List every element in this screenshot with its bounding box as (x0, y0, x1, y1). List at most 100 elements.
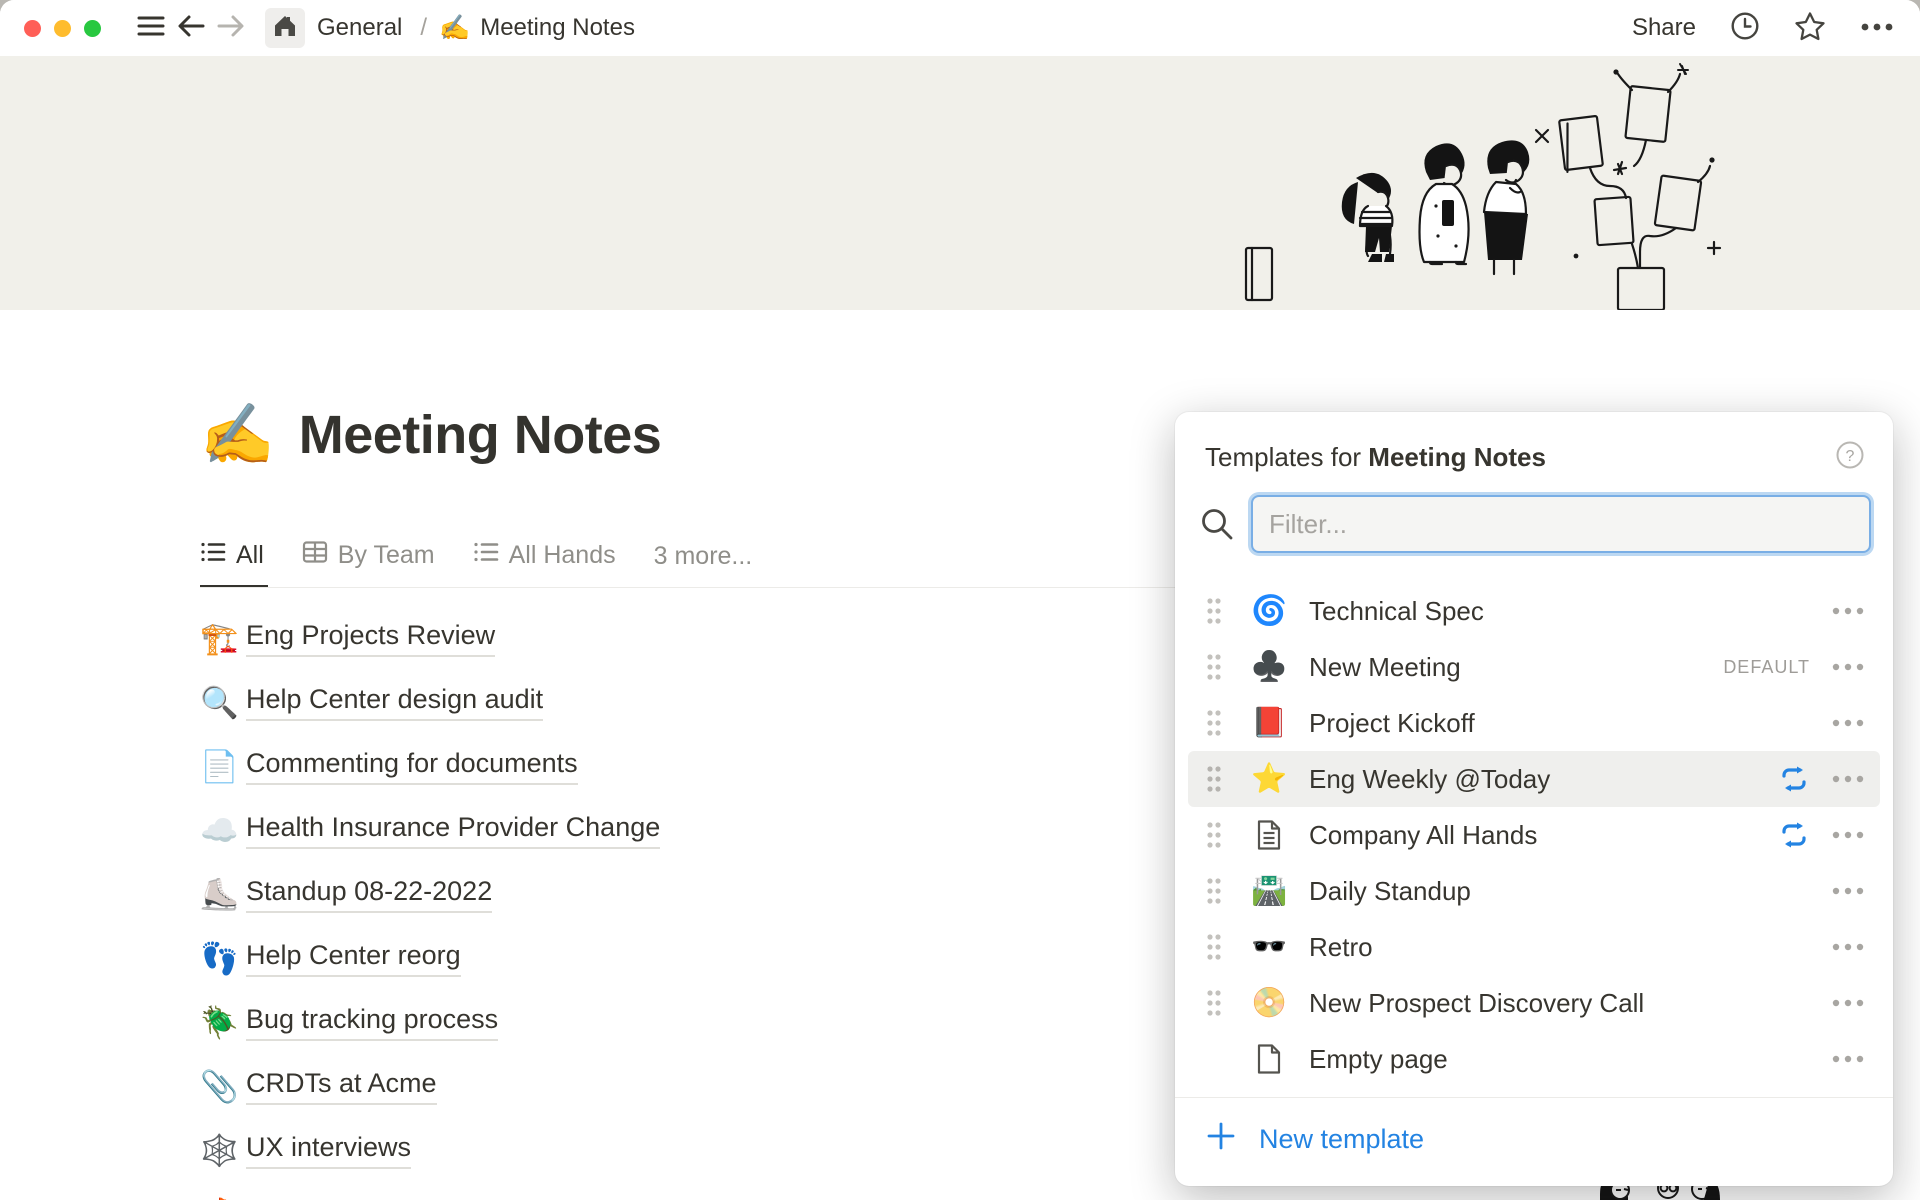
svg-text:?: ? (1846, 448, 1855, 465)
clock-icon[interactable] (1730, 11, 1760, 46)
page-item-emoji: 🪲 (200, 1007, 246, 1038)
star-icon[interactable] (1794, 11, 1826, 46)
template-row[interactable]: 🕶️ Retro (1188, 919, 1880, 975)
row-ellipsis-icon[interactable] (1832, 607, 1864, 615)
page-item-emoji: 🕸️ (200, 1135, 246, 1166)
page-item-title[interactable]: CRDTs at Acme (246, 1068, 437, 1105)
drag-handle-icon[interactable] (1205, 932, 1227, 962)
row-ellipsis-icon[interactable] (1832, 943, 1864, 951)
plus-icon (1205, 1120, 1237, 1159)
list-item[interactable]: 🕸️UX interviews (200, 1118, 1160, 1182)
list-item[interactable]: 📎CRDTs at Acme (200, 1054, 1160, 1118)
hamburger-icon (137, 14, 165, 43)
popup-header: Templates for Meeting Notes ? (1175, 412, 1893, 481)
list-item[interactable]: 🔍Help Center design audit (200, 670, 1160, 734)
list-item[interactable]: ⛸️Standup 08-22-2022 (200, 862, 1160, 926)
share-button[interactable]: Share (1632, 14, 1696, 42)
drag-handle-icon[interactable] (1205, 764, 1227, 794)
list-item[interactable]: 📄Commenting for documents (200, 734, 1160, 798)
row-ellipsis-icon[interactable] (1832, 1055, 1864, 1063)
template-row[interactable]: ♣️ New Meeting DEFAULT (1188, 639, 1880, 695)
bulleted-list-icon (473, 540, 499, 571)
tab-label: By Team (338, 541, 435, 570)
drag-handle-icon[interactable] (1205, 708, 1227, 738)
drag-handle-icon[interactable] (1205, 876, 1227, 906)
breadcrumb: General / ✍️ Meeting Notes (311, 12, 635, 44)
tab-by-team[interactable]: By Team (302, 540, 439, 588)
tab-all-hands[interactable]: All Hands (473, 540, 620, 588)
new-template-button[interactable]: New template (1175, 1098, 1893, 1181)
row-ellipsis-icon[interactable] (1832, 663, 1864, 671)
page-item-title[interactable]: Q1 Bug Bash (246, 1196, 407, 1200)
template-row[interactable]: 📀 New Prospect Discovery Call (1188, 975, 1880, 1031)
page-item-title[interactable]: Health Insurance Provider Change (246, 812, 660, 849)
list-item[interactable]: ☁️Health Insurance Provider Change (200, 798, 1160, 862)
row-ellipsis-icon[interactable] (1832, 719, 1864, 727)
template-label: Project Kickoff (1309, 708, 1832, 739)
document-lines-icon (1251, 819, 1287, 851)
page-item-title[interactable]: Standup 08-22-2022 (246, 876, 492, 913)
home-button[interactable] (265, 8, 305, 48)
popup-title-prefix: Templates for (1205, 442, 1368, 472)
page-cover (0, 56, 1920, 310)
forward-arrow-icon (216, 12, 246, 45)
drag-handle-icon[interactable] (1205, 988, 1227, 1018)
page-item-title[interactable]: Help Center reorg (246, 940, 461, 977)
drag-handle-icon[interactable] (1205, 596, 1227, 626)
new-template-label: New template (1259, 1124, 1424, 1155)
recurring-icon[interactable] (1778, 763, 1810, 795)
template-label: Empty page (1309, 1044, 1832, 1075)
recurring-icon[interactable] (1778, 819, 1810, 851)
drag-handle-icon[interactable] (1205, 820, 1227, 850)
ellipsis-icon[interactable] (1860, 19, 1894, 37)
breadcrumb-page[interactable]: Meeting Notes (480, 14, 635, 42)
template-row-empty-page[interactable]: Empty page (1188, 1031, 1880, 1087)
list-item[interactable]: 🪲Bug tracking process (200, 990, 1160, 1054)
filter-input[interactable] (1251, 495, 1871, 553)
row-ellipsis-icon[interactable] (1832, 831, 1864, 839)
row-ellipsis-icon[interactable] (1832, 887, 1864, 895)
list-item[interactable]: 🎪Q1 Bug Bash (200, 1182, 1160, 1200)
page-item-emoji: 📄 (200, 751, 246, 782)
tab-more[interactable]: 3 more... (654, 542, 757, 588)
template-emoji: 🛣️ (1251, 877, 1287, 906)
drag-handle-icon[interactable] (1205, 652, 1227, 682)
template-label: Technical Spec (1309, 596, 1832, 627)
breadcrumb-root[interactable]: General (311, 12, 408, 44)
table-icon (302, 540, 328, 571)
tab-all[interactable]: All (200, 540, 268, 588)
template-emoji: 📕 (1251, 709, 1287, 738)
page-item-title[interactable]: Help Center design audit (246, 684, 543, 721)
view-tabs: All By Team All Hands 3 more... (200, 533, 756, 588)
list-item[interactable]: 🏗️Eng Projects Review (200, 606, 1160, 670)
help-icon[interactable]: ? (1835, 440, 1865, 475)
document-list: 🏗️Eng Projects Review 🔍Help Center desig… (200, 606, 1160, 1200)
template-emoji: 🌀 (1251, 597, 1287, 626)
page-item-title[interactable]: Bug tracking process (246, 1004, 498, 1041)
row-ellipsis-icon[interactable] (1832, 775, 1864, 783)
row-ellipsis-icon[interactable] (1832, 999, 1864, 1007)
forward-button[interactable] (211, 8, 251, 48)
template-row[interactable]: 🌀 Technical Spec (1188, 583, 1880, 639)
template-label: New Meeting (1309, 652, 1723, 683)
close-window-button[interactable] (24, 20, 41, 37)
page-item-title[interactable]: Commenting for documents (246, 748, 578, 785)
template-label: Eng Weekly @Today (1309, 764, 1778, 795)
template-row-selected[interactable]: ⭐ Eng Weekly @Today (1188, 751, 1880, 807)
template-row[interactable]: Company All Hands (1188, 807, 1880, 863)
template-row[interactable]: 🛣️ Daily Standup (1188, 863, 1880, 919)
page-item-title[interactable]: Eng Projects Review (246, 620, 495, 657)
page-item-title[interactable]: UX interviews (246, 1132, 411, 1169)
minimize-window-button[interactable] (54, 20, 71, 37)
template-list: 🌀 Technical Spec ♣️ New Meeting DEFAULT … (1175, 565, 1893, 1087)
page-emoji[interactable]: ✍️ (200, 405, 275, 465)
back-button[interactable] (171, 8, 211, 48)
template-row[interactable]: 📕 Project Kickoff (1188, 695, 1880, 751)
page-item-emoji: 👣 (200, 943, 246, 974)
default-badge: DEFAULT (1723, 657, 1810, 678)
list-item[interactable]: 👣Help Center reorg (200, 926, 1160, 990)
zoom-window-button[interactable] (84, 20, 101, 37)
template-label: Daily Standup (1309, 876, 1832, 907)
sidebar-menu-button[interactable] (131, 8, 171, 48)
page-title[interactable]: Meeting Notes (299, 404, 662, 466)
